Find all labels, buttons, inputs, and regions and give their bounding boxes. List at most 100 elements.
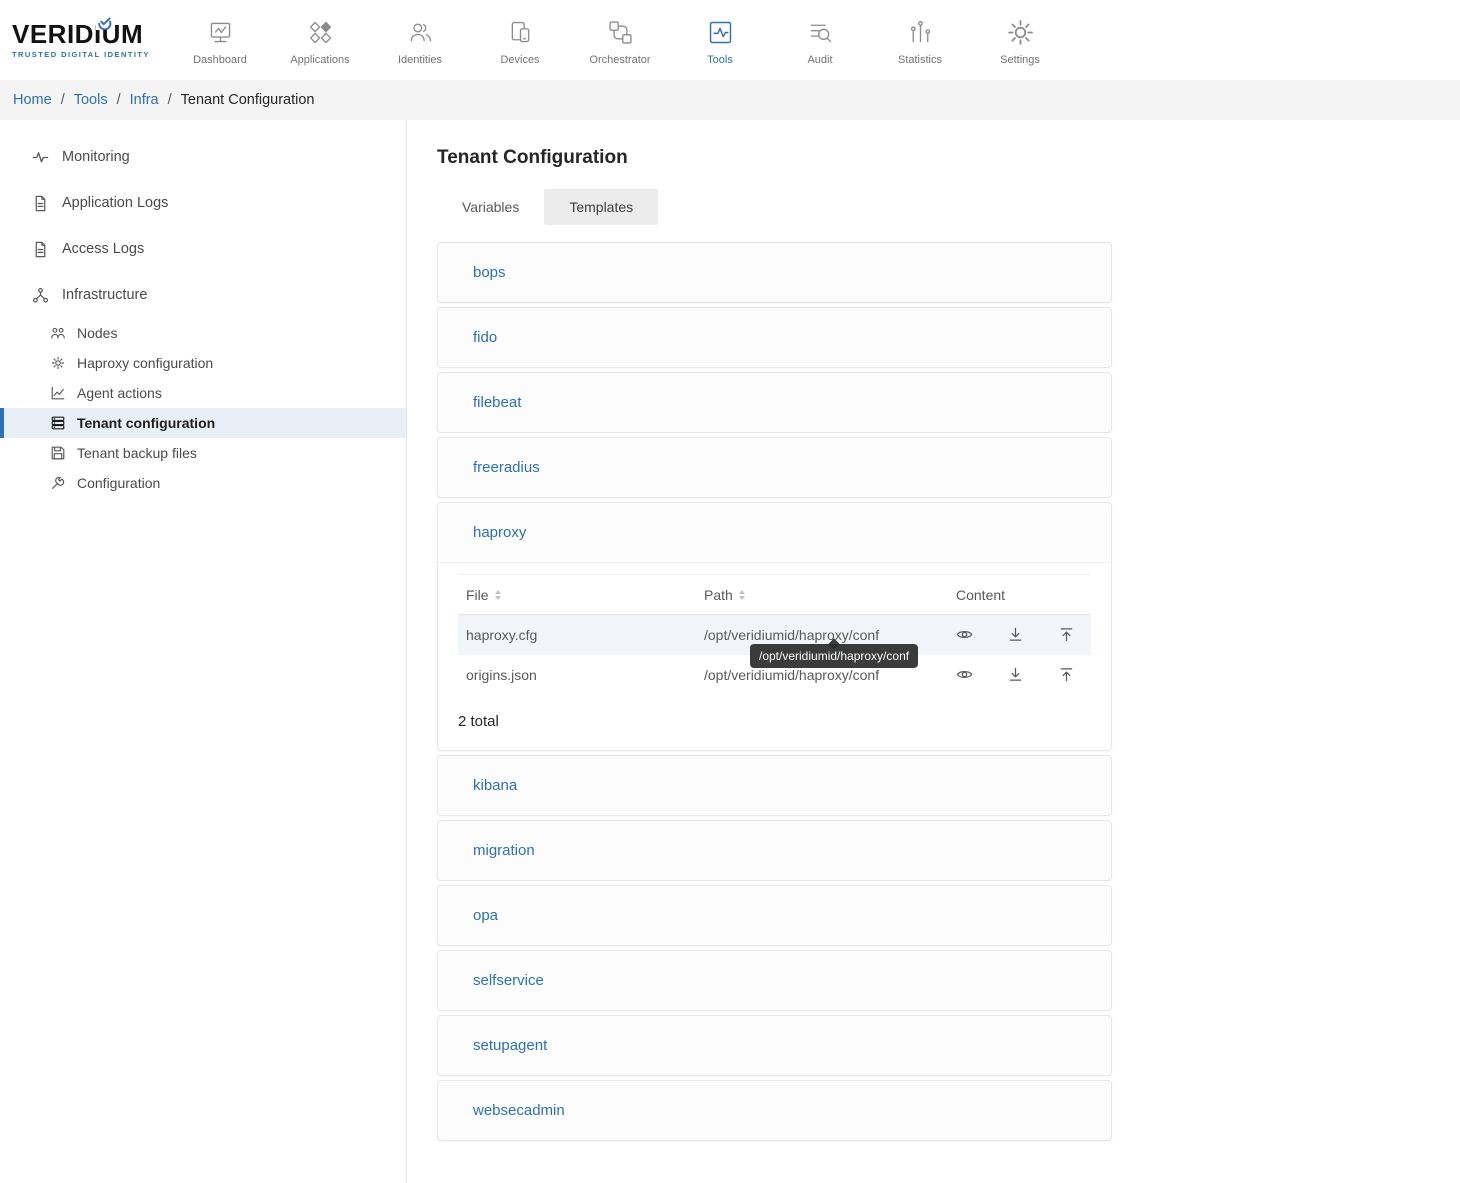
- panel-label[interactable]: setupagent: [473, 1037, 547, 1054]
- breadcrumb-current: Tenant Configuration: [181, 92, 315, 108]
- pulse-icon: [32, 149, 49, 166]
- panel-label[interactable]: kibana: [473, 777, 517, 794]
- tabs: Variables Templates: [437, 189, 1460, 225]
- sort-icon[interactable]: [495, 590, 501, 600]
- breadcrumb: Home / Tools / Infra / Tenant Configurat…: [0, 80, 1460, 120]
- template-panel-fido[interactable]: fido: [437, 307, 1112, 368]
- column-header-content: Content: [955, 575, 1091, 615]
- nav-item-orchestrator[interactable]: Orchestrator: [570, 14, 670, 66]
- download-button[interactable]: [1007, 626, 1024, 643]
- sidebar-item-tenant-backup-files[interactable]: Tenant backup files: [0, 438, 406, 468]
- template-panel-opa[interactable]: opa: [437, 885, 1112, 946]
- sidebar-item-agent-actions[interactable]: Agent actions: [0, 378, 406, 408]
- nav-item-devices[interactable]: Devices: [470, 14, 570, 66]
- upload-icon: [1058, 666, 1075, 683]
- panel-label[interactable]: selfservice: [473, 972, 544, 989]
- template-panel-bops[interactable]: bops: [437, 242, 1112, 303]
- upload-button[interactable]: [1058, 626, 1075, 643]
- sidebar-item-monitoring[interactable]: Monitoring: [0, 134, 406, 180]
- sidebar-item-infrastructure[interactable]: Infrastructure: [0, 272, 406, 318]
- nav-item-statistics[interactable]: Statistics: [870, 14, 970, 66]
- path-tooltip: /opt/veridiumid/haproxy/conf: [750, 644, 918, 668]
- file-name-cell: haproxy.cfg: [458, 615, 703, 655]
- nav-item-applications[interactable]: Applications: [270, 14, 370, 66]
- identities-icon: [406, 18, 435, 47]
- column-header-path[interactable]: Path: [703, 575, 955, 615]
- sort-icon[interactable]: [739, 590, 745, 600]
- document-icon: [32, 195, 49, 212]
- download-icon: [1007, 626, 1024, 643]
- panel-label[interactable]: migration: [473, 842, 535, 859]
- panel-label[interactable]: freeradius: [473, 459, 540, 476]
- sidebar: Monitoring Application Logs Access Logs …: [0, 120, 407, 1183]
- tools-icon: [706, 18, 735, 47]
- view-content-button[interactable]: [956, 626, 973, 643]
- breadcrumb-home[interactable]: Home: [13, 92, 52, 108]
- download-icon: [1007, 666, 1024, 683]
- sidebar-item-nodes[interactable]: Nodes: [0, 318, 406, 348]
- tab-templates[interactable]: Templates: [544, 189, 658, 225]
- nav-item-dashboard[interactable]: Dashboard: [170, 14, 270, 66]
- sidebar-item-haproxy-configuration[interactable]: Haproxy configuration: [0, 348, 406, 378]
- template-panel-migration[interactable]: migration: [437, 820, 1112, 881]
- view-content-button[interactable]: [956, 666, 973, 683]
- orchestrator-icon: [606, 18, 635, 47]
- template-panel-kibana[interactable]: kibana: [437, 755, 1112, 816]
- nav-item-tools[interactable]: Tools: [670, 14, 770, 66]
- template-panel-filebeat[interactable]: filebeat: [437, 372, 1112, 433]
- panel-header-haproxy[interactable]: haproxy: [438, 503, 1111, 562]
- column-header-file[interactable]: File: [458, 575, 703, 615]
- statistics-icon: [906, 18, 935, 47]
- template-panel-haproxy: haproxy File: [437, 502, 1112, 751]
- gear-icon: [50, 355, 66, 371]
- template-panels: bops fido filebeat freeradius haproxy: [437, 242, 1112, 1181]
- sidebar-item-application-logs[interactable]: Application Logs: [0, 180, 406, 226]
- nav-item-identities[interactable]: Identities: [370, 14, 470, 66]
- breadcrumb-separator: /: [117, 92, 121, 108]
- nodes-icon: [50, 325, 66, 341]
- brand-name: VERIDIUM: [12, 21, 170, 47]
- template-panel-freeradius[interactable]: freeradius: [437, 437, 1112, 498]
- breadcrumb-tools[interactable]: Tools: [74, 92, 108, 108]
- panel-label[interactable]: fido: [473, 329, 497, 346]
- devices-icon: [506, 18, 535, 47]
- sidebar-item-configuration[interactable]: Configuration: [0, 468, 406, 498]
- panel-label[interactable]: opa: [473, 907, 498, 924]
- eye-icon: [956, 666, 973, 683]
- template-panel-websecadmin[interactable]: websecadmin: [437, 1080, 1112, 1141]
- nav-item-settings[interactable]: Settings: [970, 14, 1070, 66]
- nav-item-audit[interactable]: Audit: [770, 14, 870, 66]
- veridium-logo[interactable]: VERIDIUM TRUSTED DIGITAL IDENTITY: [0, 21, 170, 59]
- network-icon: [32, 287, 49, 304]
- nav-items: Dashboard Applications Identities Device…: [170, 14, 1070, 66]
- panel-label[interactable]: filebeat: [473, 394, 521, 411]
- upload-button[interactable]: [1058, 666, 1075, 683]
- logo-check-icon: [96, 14, 112, 30]
- breadcrumb-separator: /: [61, 92, 65, 108]
- server-stack-icon: [50, 415, 66, 431]
- file-name-cell: origins.json: [458, 655, 703, 695]
- sidebar-item-access-logs[interactable]: Access Logs: [0, 226, 406, 272]
- table-header-row: File Path: [458, 575, 1091, 615]
- upload-icon: [1058, 626, 1075, 643]
- top-navigation: VERIDIUM TRUSTED DIGITAL IDENTITY Dashbo…: [0, 0, 1460, 80]
- panel-label[interactable]: websecadmin: [473, 1102, 565, 1119]
- dashboard-icon: [206, 18, 235, 47]
- template-panel-setupagent[interactable]: setupagent: [437, 1015, 1112, 1076]
- download-button[interactable]: [1007, 666, 1024, 683]
- template-panel-selfservice[interactable]: selfservice: [437, 950, 1112, 1011]
- brand-tagline: TRUSTED DIGITAL IDENTITY: [12, 50, 170, 59]
- settings-gear-icon: [1006, 18, 1035, 47]
- applications-icon: [306, 18, 335, 47]
- page-title: Tenant Configuration: [437, 147, 1460, 169]
- tab-variables[interactable]: Variables: [437, 189, 544, 225]
- line-chart-icon: [50, 385, 66, 401]
- eye-icon: [956, 626, 973, 643]
- table-total: 2 total: [458, 713, 1091, 730]
- sidebar-item-tenant-configuration[interactable]: Tenant configuration: [0, 408, 406, 438]
- panel-label[interactable]: bops: [473, 264, 506, 281]
- breadcrumb-infra[interactable]: Infra: [130, 92, 159, 108]
- save-floppy-icon: [50, 445, 66, 461]
- panel-label[interactable]: haproxy: [473, 524, 526, 541]
- document-icon: [32, 241, 49, 258]
